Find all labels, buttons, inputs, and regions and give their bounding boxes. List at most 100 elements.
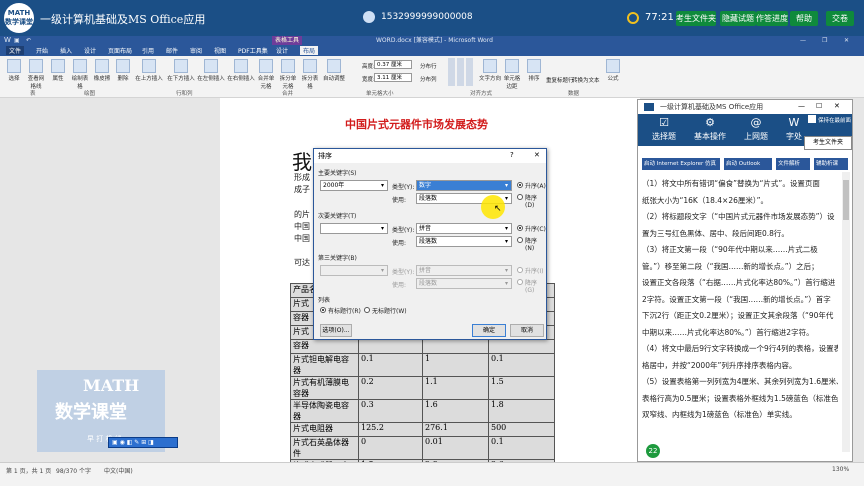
key2-asc-radio[interactable] xyxy=(517,225,523,231)
tab-layout[interactable]: 页面布局 xyxy=(108,46,132,55)
table-cell[interactable]: 片式有机薄膜电容器 xyxy=(290,376,359,400)
table-cell[interactable]: 片式钽电解电容器 xyxy=(290,353,359,377)
table-cell[interactable]: 500 xyxy=(488,422,555,437)
key3-using-select[interactable]: 段落数 ▾ xyxy=(416,278,512,289)
table-cell[interactable]: 1.8 xyxy=(488,399,555,423)
key2-select[interactable]: ▾ xyxy=(320,223,388,234)
split-cells-button[interactable]: 拆分单元格 xyxy=(278,59,298,90)
key3-asc-radio[interactable] xyxy=(517,267,523,273)
insert-above-button[interactable]: 在上方插入 xyxy=(134,59,164,82)
nav-internet[interactable]: @ 上网题 xyxy=(734,114,778,146)
tab-insert[interactable]: 插入 xyxy=(60,46,72,55)
table-cell[interactable]: 0 xyxy=(358,436,423,460)
outlook-sim-button[interactable]: 启动 Outlook Express 仿真 xyxy=(724,158,772,170)
key1-type-select[interactable]: 数字 ▾ xyxy=(416,180,512,191)
insert-left-button[interactable]: 在左侧插入 xyxy=(196,59,226,82)
restore-icon[interactable]: ❐ xyxy=(822,36,827,45)
nav-basic[interactable]: ⚙ 基本操作 xyxy=(688,114,732,146)
panel-minimize-icon[interactable]: — xyxy=(798,102,805,110)
key3-desc-radio[interactable] xyxy=(517,279,523,285)
table-cell[interactable]: 1.6 xyxy=(422,399,489,423)
file-analysis-button[interactable]: 文件解析 xyxy=(776,158,810,170)
table-cell[interactable]: 0.3 xyxy=(358,399,423,423)
split-table-button[interactable]: 拆分表格 xyxy=(300,59,320,90)
panel-close-icon[interactable]: ✕ xyxy=(834,102,840,110)
hide-questions-button[interactable]: 隐藏试题 xyxy=(720,11,756,26)
tab-file[interactable]: 文件 xyxy=(6,46,25,55)
examinee-folder-button[interactable]: 考生文件夹 xyxy=(676,11,716,26)
insert-right-button[interactable]: 在右侧插入 xyxy=(226,59,256,82)
row-height-input[interactable]: 0.37 厘米 xyxy=(374,60,412,69)
tab-mailings[interactable]: 邮件 xyxy=(166,46,178,55)
nav-choice[interactable]: ☑ 选择题 xyxy=(642,114,686,146)
save-icon[interactable]: ▣ xyxy=(14,36,20,45)
table-cell[interactable]: 125.2 xyxy=(358,422,423,437)
key3-type-select[interactable]: 拼音 ▾ xyxy=(416,265,512,276)
has-header-radio[interactable] xyxy=(320,307,326,313)
table-cell[interactable]: 0.01 xyxy=(422,436,489,460)
properties-button[interactable]: 属性 xyxy=(48,59,68,82)
minimize-icon[interactable]: — xyxy=(800,36,806,45)
zoom-level[interactable]: 130% xyxy=(832,466,849,473)
key2-type-select[interactable]: 拼音 ▾ xyxy=(416,223,512,234)
ie-sim-button[interactable]: 启动 Internet Explorer 仿真 xyxy=(642,158,720,170)
submit-button[interactable]: 交卷 xyxy=(826,11,854,26)
select-button[interactable]: 选择 xyxy=(4,59,24,82)
ok-button[interactable]: 确定 xyxy=(472,324,506,337)
text-direction-button[interactable]: 文字方向 xyxy=(478,59,502,82)
table-cell[interactable]: 片式电阻器 xyxy=(290,422,359,437)
distribute-rows-button[interactable]: 分布行 xyxy=(420,62,437,70)
delete-button[interactable]: 删除 xyxy=(114,59,132,82)
close-icon[interactable]: ✕ xyxy=(844,36,849,45)
table-cell[interactable] xyxy=(422,339,489,354)
sort-button[interactable]: 排序 xyxy=(524,59,544,82)
table-cell[interactable]: 片式石英晶体器件 xyxy=(290,436,359,460)
dialog-close-icon[interactable]: ✕ xyxy=(534,151,540,159)
eraser-button[interactable]: 橡皮擦 xyxy=(92,59,112,82)
progress-button[interactable]: 作答进度 xyxy=(756,11,788,26)
tab-pdf[interactable]: PDF工具集 xyxy=(238,46,268,55)
table-cell[interactable]: 1.5 xyxy=(488,376,555,400)
tab-review[interactable]: 审阅 xyxy=(190,46,202,55)
cell-margins-button[interactable]: 单元格边距 xyxy=(502,59,522,90)
tab-references[interactable]: 引用 xyxy=(142,46,154,55)
key2-using-select[interactable]: 段落数 ▾ xyxy=(416,236,512,247)
convert-to-text-button[interactable]: 转换为文本 xyxy=(572,76,600,84)
recording-toolbar[interactable]: ▣ ◉ ◧ ✎ ⊞ ◨ xyxy=(108,437,178,448)
col-width-input[interactable]: 3.11 厘米 xyxy=(374,73,412,82)
table-cell[interactable]: 1 xyxy=(422,353,489,377)
view-gridlines-button[interactable]: 查看网格线 xyxy=(26,59,46,90)
key1-select[interactable]: 2000年 ▾ xyxy=(320,180,388,191)
key2-desc-radio[interactable] xyxy=(517,237,523,243)
tab-home[interactable]: 开始 xyxy=(36,46,48,55)
insert-below-button[interactable]: 在下方插入 xyxy=(166,59,196,82)
table-cell[interactable] xyxy=(488,339,555,354)
cancel-button[interactable]: 取消 xyxy=(510,324,544,337)
table-cell[interactable]: 容器 xyxy=(290,339,359,354)
options-button[interactable]: 选项(O)... xyxy=(320,324,352,337)
distribute-cols-button[interactable]: 分布列 xyxy=(420,75,437,83)
table-cell[interactable]: 276.1 xyxy=(422,422,489,437)
scroll-thumb[interactable] xyxy=(843,180,849,220)
alignment-grid[interactable] xyxy=(448,58,474,86)
tab-view[interactable]: 视图 xyxy=(214,46,226,55)
repeat-header-button[interactable]: 重复标题行 xyxy=(546,76,574,84)
undo-icon[interactable]: ↶ xyxy=(26,36,31,45)
tab-table-layout[interactable]: 布局 xyxy=(300,46,319,55)
key1-desc-radio[interactable] xyxy=(517,194,523,200)
tab-table-design[interactable]: 设计 xyxy=(276,46,288,55)
no-header-radio[interactable] xyxy=(364,307,370,313)
key1-asc-radio[interactable] xyxy=(517,182,523,188)
help-button[interactable]: 帮助 xyxy=(790,11,818,26)
panel-maximize-icon[interactable]: ☐ xyxy=(816,102,822,110)
table-cell[interactable] xyxy=(358,339,423,354)
merge-cells-button[interactable]: 合并单元格 xyxy=(256,59,276,90)
table-cell[interactable]: 0.2 xyxy=(358,376,423,400)
autofit-button[interactable]: 自动调整 xyxy=(322,59,346,82)
tutorial-button[interactable]: 辅助析课 xyxy=(814,158,848,170)
help-icon[interactable]: ? xyxy=(510,151,514,159)
table-cell[interactable]: 1.1 xyxy=(422,376,489,400)
table-cell[interactable]: 0.1 xyxy=(358,353,423,377)
draw-table-button[interactable]: 绘制表格 xyxy=(70,59,90,90)
key3-select[interactable]: ▾ xyxy=(320,265,388,276)
